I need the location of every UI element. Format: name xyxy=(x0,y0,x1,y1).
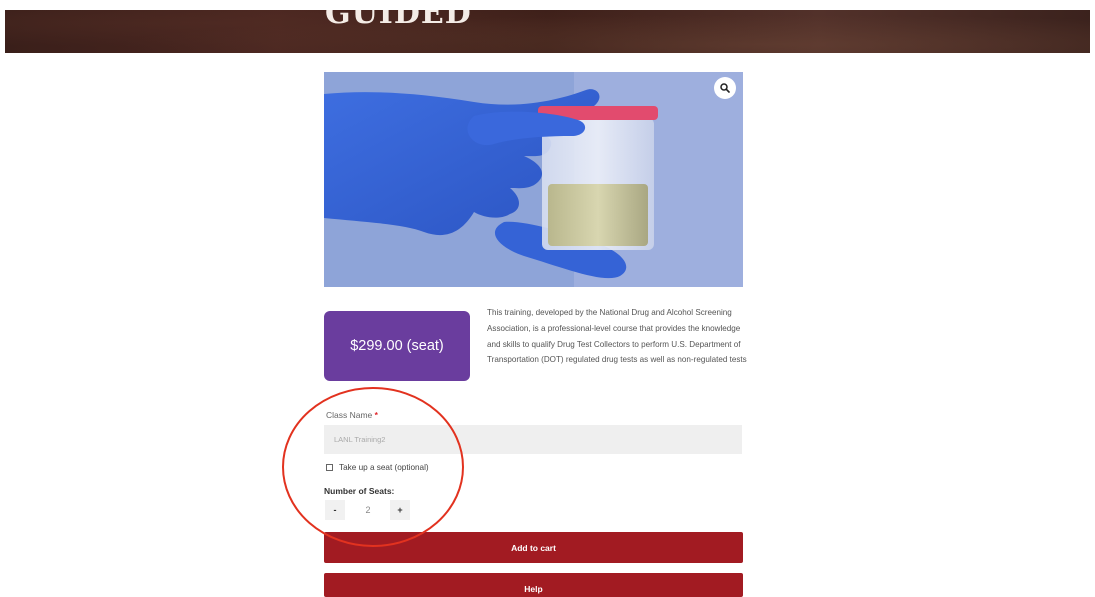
zoom-button[interactable] xyxy=(714,77,736,99)
number-of-seats-label: Number of Seats: xyxy=(324,486,395,496)
class-name-label-text: Class Name xyxy=(326,410,373,420)
hero-banner: GUIDED xyxy=(5,10,1090,53)
seats-increment-button[interactable]: + xyxy=(390,500,410,520)
required-mark: * xyxy=(374,410,378,420)
seats-decrement-button[interactable]: - xyxy=(325,500,345,520)
take-seat-checkbox[interactable] xyxy=(326,464,333,471)
price-badge: $299.00 (seat) xyxy=(324,311,470,381)
help-button[interactable]: Help xyxy=(324,573,743,597)
product-image[interactable] xyxy=(324,72,743,287)
search-icon xyxy=(720,83,730,93)
gloved-hand-holding-specimen-cup xyxy=(324,72,743,287)
class-name-label: Class Name * xyxy=(326,410,378,420)
add-to-cart-button[interactable]: Add to cart xyxy=(324,532,743,563)
product-description: This training, developed by the National… xyxy=(487,308,747,365)
seats-quantity-value[interactable]: 2 xyxy=(358,500,378,520)
take-seat-option[interactable]: Take up a seat (optional) xyxy=(326,463,429,472)
take-seat-label: Take up a seat (optional) xyxy=(339,463,429,472)
class-name-input[interactable] xyxy=(324,425,742,454)
hero-title: GUIDED xyxy=(325,10,472,31)
